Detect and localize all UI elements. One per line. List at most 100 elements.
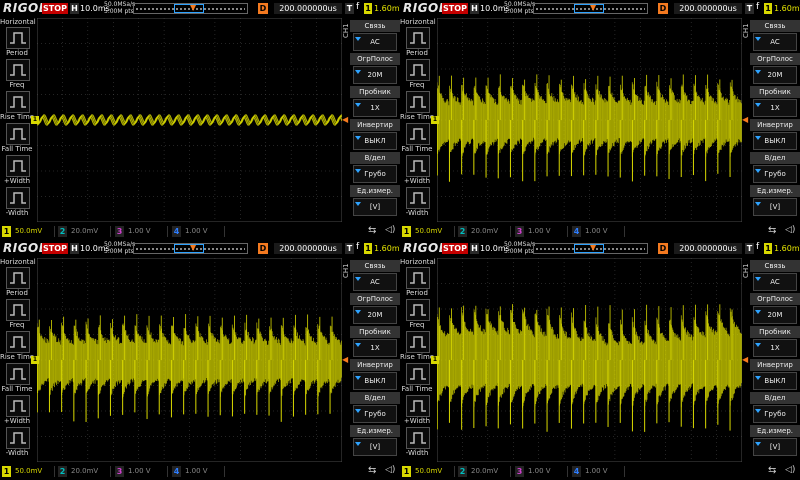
trigger-level[interactable]: 1.60mV — [374, 4, 400, 13]
horizontal-menu-item[interactable]: Fall Time — [0, 362, 34, 398]
horizontal-menu-item[interactable]: Rise Time — [400, 330, 434, 366]
channel-menu-item[interactable]: Связь AC — [350, 20, 400, 54]
horizontal-menu-item[interactable]: Period — [400, 266, 434, 302]
channel-menu-item[interactable]: Связь AC — [750, 260, 800, 294]
trigger-delay[interactable]: 200.000000us — [674, 243, 742, 254]
channel-1-badge[interactable]: 1 — [2, 466, 11, 477]
channel-3-badge[interactable]: 3 — [115, 226, 124, 237]
channel-menu-item[interactable]: В/дел Грубо — [750, 392, 800, 426]
trigger-level[interactable]: 1.60mV — [774, 244, 800, 253]
channel-1-badge[interactable]: 1 — [402, 466, 411, 477]
horizontal-menu-item[interactable]: Fall Time — [0, 122, 34, 158]
channel-menu-item[interactable]: В/дел Грубо — [350, 152, 400, 186]
channel-4-badge[interactable]: 4 — [572, 226, 581, 237]
channel-1-badge[interactable]: 1 — [402, 226, 411, 237]
horizontal-menu-item[interactable]: -Width — [400, 186, 434, 222]
horizontal-menu-item[interactable]: Freq — [400, 58, 434, 94]
menu-knob-arrow-icon — [355, 343, 361, 347]
channel-menu-item[interactable]: Инвертир ВЫКЛ — [350, 119, 400, 153]
horizontal-menu-item[interactable]: -Width — [400, 426, 434, 462]
horizontal-menu-item[interactable]: Fall Time — [400, 122, 434, 158]
minus-width-icon — [6, 427, 30, 449]
minus-width-icon — [406, 187, 430, 209]
channel-2-scale: 20.0mV — [471, 227, 499, 235]
channel-menu-item[interactable]: Инвертир ВЫКЛ — [350, 359, 400, 393]
trigger-delay[interactable]: 200.000000us — [674, 3, 742, 14]
plus-width-icon — [406, 395, 430, 417]
trigger-delay[interactable]: 200.000000us — [274, 3, 342, 14]
channel-3-badge[interactable]: 3 — [515, 226, 524, 237]
channel-menu-item[interactable]: Связь AC — [350, 260, 400, 294]
horizontal-menu-item[interactable]: Freq — [0, 298, 34, 334]
channel-menu-item[interactable]: В/дел Грубо — [350, 392, 400, 426]
horizontal-menu-item[interactable]: Rise Time — [0, 330, 34, 366]
horizontal-menu-item[interactable]: -Width — [0, 186, 34, 222]
trigger-level-marker[interactable]: ◀ — [742, 356, 749, 364]
ch1-offset-marker[interactable]: 1 — [431, 356, 439, 364]
horizontal-menu-item[interactable]: Period — [400, 26, 434, 62]
run-stop-status[interactable]: STOP — [442, 243, 468, 254]
channel-4-badge[interactable]: 4 — [572, 466, 581, 477]
trigger-level[interactable]: 1.60mV — [774, 4, 800, 13]
channel-4-badge[interactable]: 4 — [172, 226, 181, 237]
horizontal-menu-label: +Width — [3, 177, 31, 185]
memory-depth: 5.00M pts — [104, 8, 134, 15]
trigger-level-marker[interactable]: ◀ — [342, 116, 349, 124]
channel-1-badge[interactable]: 1 — [2, 226, 11, 237]
horizontal-menu-item[interactable]: +Width — [0, 154, 34, 190]
horizontal-menu-item[interactable]: +Width — [0, 394, 34, 430]
channel-2-badge[interactable]: 2 — [458, 466, 467, 477]
horizontal-menu-item[interactable]: Fall Time — [400, 362, 434, 398]
memory-window — [174, 244, 204, 253]
channel-menu-item[interactable]: Ед.измер. [V] — [750, 425, 800, 459]
run-stop-status[interactable]: STOP — [42, 3, 68, 14]
ch1-offset-marker[interactable]: 1 — [31, 116, 39, 124]
trigger-level[interactable]: 1.60mV — [374, 244, 400, 253]
channel-menu-item[interactable]: Ед.измер. [V] — [750, 185, 800, 219]
channel-3-badge[interactable]: 3 — [515, 466, 524, 477]
horizontal-menu-item[interactable]: Freq — [400, 298, 434, 334]
fall-time-icon — [6, 123, 30, 145]
channel-menu-item[interactable]: Ед.измер. [V] — [350, 425, 400, 459]
channel-menu-value: AC — [753, 33, 797, 51]
horizontal-menu-label: Freq — [409, 321, 425, 329]
channel-2-badge[interactable]: 2 — [58, 466, 67, 477]
channel-2-badge[interactable]: 2 — [58, 226, 67, 237]
channel-2-badge[interactable]: 2 — [458, 226, 467, 237]
trigger-source-badge: 1 — [364, 3, 372, 14]
horizontal-menu-item[interactable]: Rise Time — [0, 90, 34, 126]
horizontal-menu-item[interactable]: Period — [0, 26, 34, 62]
channel-menu-item[interactable]: ОгрПолос 20M — [750, 293, 800, 327]
horizontal-menu-item[interactable]: Freq — [0, 58, 34, 94]
channel-menu-item[interactable]: ОгрПолос 20M — [750, 53, 800, 87]
channel-menu-value: ВЫКЛ — [753, 372, 797, 390]
trigger-level-marker[interactable]: ◀ — [342, 356, 349, 364]
trigger-level-marker[interactable]: ◀ — [742, 116, 749, 124]
channel-menu-item[interactable]: Пробник 1X — [350, 326, 400, 360]
channel-3-badge[interactable]: 3 — [115, 466, 124, 477]
channel-menu-item[interactable]: Связь AC — [750, 20, 800, 54]
horizontal-menu-item[interactable]: +Width — [400, 154, 434, 190]
channel-menu-item[interactable]: ОгрПолос 20M — [350, 53, 400, 87]
channel-menu-item[interactable]: Инвертир ВЫКЛ — [750, 119, 800, 153]
memory-depth: 5.00M pts — [104, 248, 134, 255]
scope-screen-4: RIGOL STOP H 10.0ms 50.0MSa/s 5.00M pts … — [400, 240, 800, 480]
channel-4-badge[interactable]: 4 — [172, 466, 181, 477]
channel-menu-item[interactable]: В/дел Грубо — [750, 152, 800, 186]
channel-menu-item[interactable]: Пробник 1X — [750, 86, 800, 120]
scope-screen-3: RIGOL STOP H 10.0ms 50.0MSa/s 5.00M pts … — [0, 240, 400, 480]
run-stop-status[interactable]: STOP — [442, 3, 468, 14]
channel-menu-item[interactable]: Пробник 1X — [350, 86, 400, 120]
channel-menu-item[interactable]: ОгрПолос 20M — [350, 293, 400, 327]
horizontal-menu-item[interactable]: -Width — [0, 426, 34, 462]
horizontal-menu-item[interactable]: +Width — [400, 394, 434, 430]
run-stop-status[interactable]: STOP — [42, 243, 68, 254]
channel-menu-item[interactable]: Инвертир ВЫКЛ — [750, 359, 800, 393]
ch1-offset-marker[interactable]: 1 — [31, 356, 39, 364]
channel-menu-item[interactable]: Ед.измер. [V] — [350, 185, 400, 219]
ch1-offset-marker[interactable]: 1 — [431, 116, 439, 124]
trigger-delay[interactable]: 200.000000us — [274, 243, 342, 254]
channel-menu-item[interactable]: Пробник 1X — [750, 326, 800, 360]
horizontal-menu-item[interactable]: Period — [0, 266, 34, 302]
horizontal-menu-item[interactable]: Rise Time — [400, 90, 434, 126]
